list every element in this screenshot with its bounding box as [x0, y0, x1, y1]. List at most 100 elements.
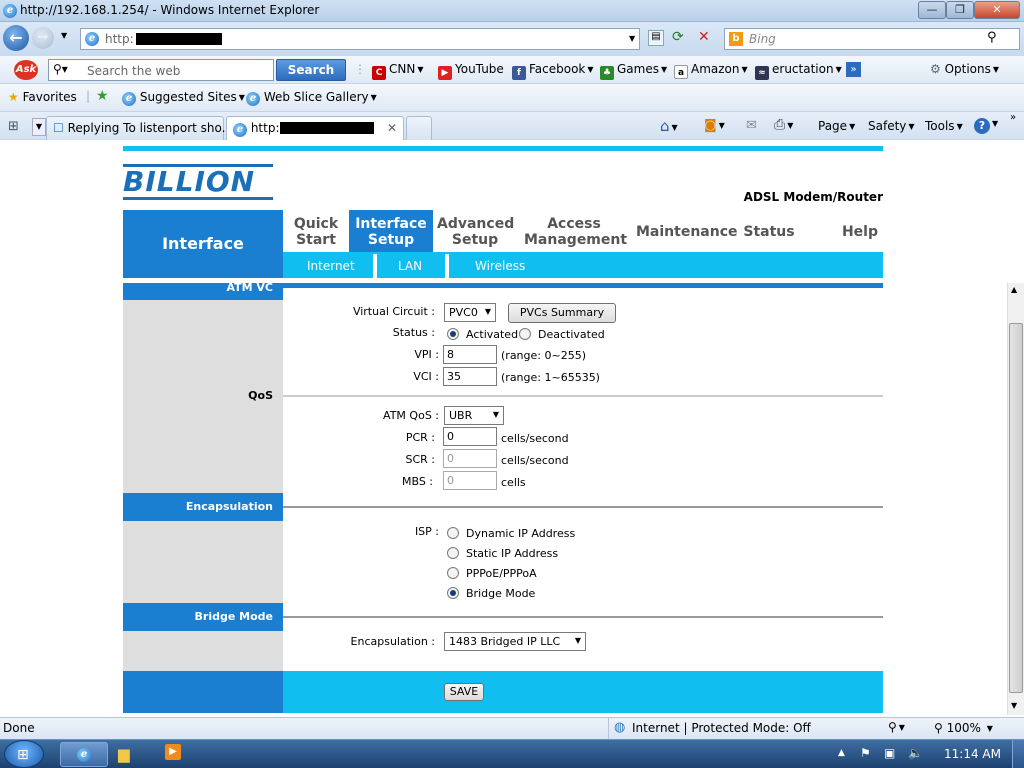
maximize-button[interactable]: ❐	[946, 1, 974, 19]
address-dropdown-icon[interactable]: ▼	[629, 34, 635, 43]
star-icon: ★	[8, 90, 23, 104]
feeds-icon[interactable]: ◙ ▼	[704, 118, 725, 133]
quick-tabs-icon[interactable]: ⊞	[8, 119, 19, 134]
link-cnn[interactable]: C CNN ▼	[372, 62, 424, 80]
isp-dynamic-radio[interactable]	[447, 527, 459, 539]
tab-advanced-setup[interactable]: Advanced Setup	[437, 216, 514, 248]
safety-menu[interactable]: Safety ▼	[868, 119, 915, 133]
security-zone[interactable]: Internet | Protected Mode: Off	[632, 721, 811, 735]
ask-search-input[interactable]: ⚲▾ Search the web	[48, 59, 274, 81]
clock[interactable]: 11:14 AM	[944, 747, 1001, 761]
compatibility-icon[interactable]: ▤	[648, 30, 664, 46]
tab-quick-start[interactable]: Quick Start	[287, 216, 345, 248]
refresh-icon[interactable]: ⟳	[672, 29, 684, 45]
favorites-button[interactable]: ★ Favorites	[8, 90, 77, 104]
cnn-icon: C	[372, 66, 386, 80]
scr-input[interactable]: 0	[443, 449, 497, 468]
help-icon[interactable]: ?	[974, 118, 990, 134]
scroll-up-icon[interactable]: ▲	[1011, 285, 1017, 294]
mbs-label: MBS :	[401, 475, 433, 488]
link-facebook[interactable]: f Facebook ▼	[512, 62, 594, 80]
tab-maintenance[interactable]: Maintenance	[636, 224, 738, 240]
protected-mode-icon[interactable]: ⚲ ▼	[888, 720, 905, 734]
isp-static-radio[interactable]	[447, 547, 459, 559]
history-chevron-down-icon[interactable]: ▼	[61, 31, 67, 40]
tab-replying[interactable]: ☐ Replying To listenport sho...	[46, 116, 233, 140]
more-commands-icon[interactable]: »	[1010, 112, 1016, 123]
scroll-thumb[interactable]	[1009, 323, 1023, 693]
status-text: Done	[3, 721, 35, 735]
tab-access-management[interactable]: Access Management	[524, 216, 627, 248]
link-eructation[interactable]: ≈ eructation ▼	[755, 62, 842, 80]
web-slice-gallery-link[interactable]: e Web Slice Gallery ▼	[246, 90, 377, 106]
link-games[interactable]: ♣ Games ▼	[600, 62, 667, 80]
help-chevron-icon[interactable]: ▼	[992, 119, 998, 128]
bing-search-input[interactable]: b Bing ⚲	[724, 28, 1020, 50]
tab-status[interactable]: Status	[740, 224, 798, 240]
tab-interface-setup[interactable]: Interface Setup	[355, 216, 427, 248]
ie-page-icon: e	[122, 92, 136, 106]
add-favorite-star-icon[interactable]: ★	[96, 88, 109, 104]
taskbar-ie[interactable]: e	[60, 742, 108, 767]
start-button[interactable]: ⊞	[4, 740, 44, 768]
tools-menu[interactable]: Tools ▼	[925, 119, 963, 133]
options-menu[interactable]: ⚙ Options ▼	[930, 62, 999, 76]
redacted-url	[135, 32, 223, 46]
vci-input[interactable]: 35	[443, 367, 497, 386]
scroll-down-icon[interactable]: ▼	[1011, 701, 1017, 710]
windows-logo-icon: ⊞	[17, 747, 29, 763]
pcr-input[interactable]: 0	[443, 427, 497, 446]
zoom-control[interactable]: ⚲ 100% ▼	[934, 721, 993, 735]
link-amazon[interactable]: a Amazon ▼	[674, 62, 748, 79]
status-deactivated-radio[interactable]	[519, 328, 531, 340]
home-icon[interactable]: ⌂ ▼	[660, 117, 678, 135]
billion-logo: BILLION	[123, 164, 273, 200]
atm-qos-select[interactable]: UBR ▼	[444, 406, 504, 425]
explorer-folder-icon[interactable]: ▆	[118, 745, 130, 763]
ask-logo-icon[interactable]: Ask	[14, 60, 38, 80]
suggested-sites-link[interactable]: e Suggested Sites ▼	[122, 90, 245, 106]
subtab-internet[interactable]: Internet	[307, 259, 355, 273]
show-hidden-icons-icon[interactable]: ▲	[838, 748, 845, 758]
tab-router[interactable]: e http:/✕	[226, 116, 404, 140]
save-button[interactable]: SAVE	[444, 683, 484, 701]
virtual-circuit-select[interactable]: PVC0 ▼	[444, 303, 496, 322]
isp-bridge-radio[interactable]	[447, 587, 459, 599]
search-button[interactable]: Search	[276, 59, 346, 81]
action-center-icon[interactable]: ⚑	[860, 746, 871, 760]
tab-list-chevron-icon[interactable]: ▼	[32, 118, 46, 136]
subtab-wireless[interactable]: Wireless	[475, 259, 525, 273]
bing-icon: b	[729, 32, 743, 46]
volume-icon[interactable]: 🔈	[908, 746, 923, 760]
forward-arrow-icon[interactable]: →	[32, 27, 54, 49]
address-input[interactable]: e http: ▼	[80, 28, 640, 50]
mail-icon[interactable]: ✉	[746, 118, 757, 133]
encapsulation-select[interactable]: 1483 Bridged IP LLC ▼	[444, 632, 586, 651]
new-tab-button[interactable]	[406, 116, 432, 140]
close-button[interactable]: ✕	[974, 1, 1020, 19]
link-youtube[interactable]: ▶ YouTube	[438, 62, 504, 80]
show-desktop-button[interactable]	[1012, 740, 1024, 768]
vpi-input[interactable]: 8	[443, 345, 497, 364]
media-player-icon[interactable]: ▶	[165, 744, 181, 760]
back-arrow-icon[interactable]: ←	[3, 25, 29, 51]
page-menu[interactable]: Page ▼	[818, 119, 855, 133]
page-scrollbar[interactable]: ▲ ▼	[1007, 283, 1024, 715]
tab-help[interactable]: Help	[836, 224, 884, 240]
close-tab-icon[interactable]: ✕	[387, 121, 397, 135]
subtab-lan[interactable]: LAN	[398, 259, 422, 273]
pvcs-summary-button[interactable]: PVCs Summary	[508, 303, 616, 323]
network-icon[interactable]: ▣	[884, 746, 895, 760]
minimize-button[interactable]: —	[918, 1, 946, 19]
mbs-input[interactable]: 0	[443, 471, 497, 490]
amazon-icon: a	[674, 65, 688, 79]
more-links-chevron-icon[interactable]: »	[846, 62, 861, 77]
print-icon[interactable]: ⎙ ▼	[774, 117, 793, 133]
vci-label: VCI :	[413, 370, 439, 383]
stop-icon[interactable]: ✕	[698, 29, 710, 45]
isp-pppoe-radio[interactable]	[447, 567, 459, 579]
encap-label: Encapsulation	[185, 500, 273, 513]
status-activated-radio[interactable]	[447, 328, 459, 340]
bridge-label: Bridge Mode	[194, 610, 273, 623]
search-icon[interactable]: ⚲	[987, 30, 997, 45]
